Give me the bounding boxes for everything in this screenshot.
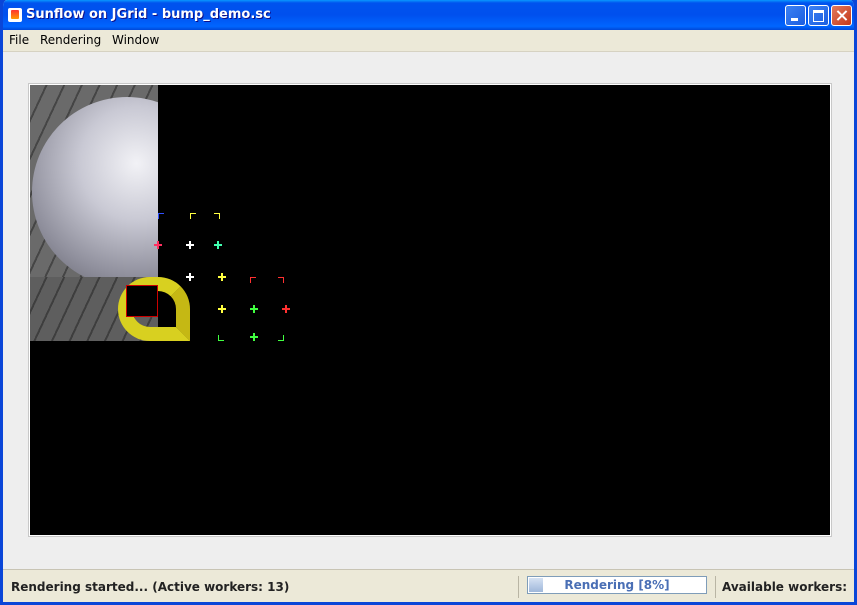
bucket-marker <box>186 273 194 281</box>
available-workers: Available workers: 16 <box>715 576 848 598</box>
status-bar: Rendering started... (Active workers: 13… <box>3 569 854 602</box>
bucket-marker <box>250 277 256 283</box>
menu-bar: File Rendering Window <box>3 30 854 52</box>
render-viewport <box>29 84 831 536</box>
bucket-marker <box>250 305 258 313</box>
bucket-marker <box>218 273 226 281</box>
bucket-marker <box>158 213 164 219</box>
menu-file[interactable]: File <box>9 33 29 47</box>
bucket-marker <box>282 305 290 313</box>
maximize-button[interactable] <box>808 5 829 26</box>
bucket-marker <box>250 333 258 341</box>
bucket-marker <box>278 277 284 283</box>
bucket-marker <box>218 305 226 313</box>
rendered-bottom-tile <box>30 277 222 341</box>
menu-rendering[interactable]: Rendering <box>40 33 101 47</box>
minimize-button[interactable] <box>785 5 806 26</box>
bucket-marker <box>190 213 196 219</box>
close-button[interactable] <box>831 5 852 26</box>
render-progress-bar: Rendering [8%] <box>527 576 707 594</box>
bucket-marker <box>214 241 222 249</box>
menu-window[interactable]: Window <box>112 33 159 47</box>
bucket-marker <box>154 241 162 249</box>
render-panel <box>3 52 854 569</box>
progress-label: Rendering [8%] <box>564 578 670 592</box>
java-app-icon[interactable] <box>8 8 22 22</box>
window-title: Sunflow on JGrid - bump_demo.sc <box>26 7 271 22</box>
status-message: Rendering started... (Active workers: 13… <box>8 576 519 598</box>
bucket-marker <box>214 213 220 219</box>
bucket-marker <box>218 335 224 341</box>
bucket-marker <box>278 335 284 341</box>
title-bar[interactable]: Sunflow on JGrid - bump_demo.sc <box>3 0 854 30</box>
bucket-marker <box>186 241 194 249</box>
app-window: Sunflow on JGrid - bump_demo.sc File Ren… <box>0 0 857 605</box>
pending-bucket <box>126 285 158 317</box>
